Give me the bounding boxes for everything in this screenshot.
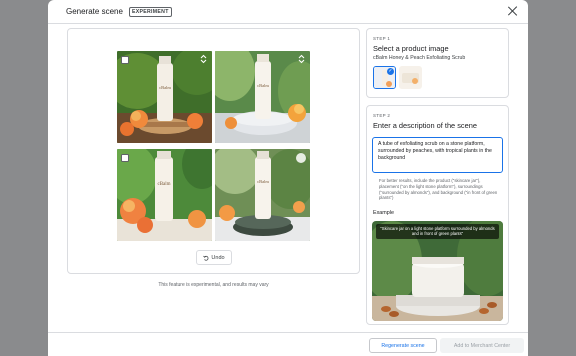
svg-text:cBalm: cBalm [257, 179, 269, 184]
step1-title: Select a product image [373, 44, 449, 53]
dialog-header: Generate scene EXPERIMENT [48, 0, 528, 24]
step2-label: STEP 2 [373, 113, 391, 118]
experiment-badge: EXPERIMENT [128, 6, 172, 17]
svg-text:cBalm: cBalm [257, 83, 269, 88]
step2-title: Enter a description of the scene [373, 121, 477, 130]
example-label: Example [373, 210, 394, 216]
scene-preview-panel: cBalm cBalm cBalm cBalm Undo [67, 28, 360, 274]
svg-text:cBalm: cBalm [159, 85, 171, 90]
step2-card: STEP 2 Enter a description of the scene … [366, 105, 509, 325]
regenerate-scene-button[interactable]: Regenerate scene [369, 338, 437, 353]
more-icon[interactable] [297, 54, 306, 64]
product-image-thumb[interactable] [399, 66, 422, 89]
generate-scene-dialog: Generate scene EXPERIMENT cBalm cBalm cB… [48, 0, 528, 356]
more-icon[interactable] [199, 54, 208, 64]
add-to-merchant-center-button[interactable]: Add to Merchant Center [440, 338, 524, 353]
tile-checkbox[interactable] [121, 154, 129, 162]
step1-card: STEP 1 Select a product image cBalm Hone… [366, 28, 509, 98]
description-helper-text: For better results, include the product … [379, 178, 498, 201]
undo-label: Undo [211, 254, 225, 261]
experimental-note: This feature is experimental, and result… [158, 282, 269, 288]
product-image-thumb-selected[interactable]: ✓ [373, 66, 396, 89]
check-icon: ✓ [387, 68, 394, 75]
product-name: cBalm Honey & Peach Exfoliating Scrub [373, 55, 466, 61]
example-image: "Skincare jar on a light stone platform … [372, 221, 503, 321]
generated-scene-tile[interactable]: cBalm [215, 149, 310, 241]
tile-checkbox[interactable] [121, 56, 129, 64]
step1-label: STEP 1 [373, 36, 391, 41]
dialog-title: Generate scene [66, 7, 123, 16]
example-caption: "Skincare jar on a light stone platform … [376, 224, 499, 239]
dialog-footer: Regenerate scene Add to Merchant Center [48, 332, 528, 356]
undo-icon [203, 255, 209, 261]
close-icon[interactable] [508, 6, 518, 16]
generated-scene-tile[interactable]: cBalm [215, 51, 310, 143]
more-icon[interactable] [296, 153, 306, 163]
scene-description-input[interactable]: A tube of exfoliating scrub on a stone p… [372, 137, 503, 173]
generated-scene-tile[interactable]: cBalm [117, 149, 212, 241]
svg-text:cBalm: cBalm [157, 182, 170, 187]
undo-button[interactable]: Undo [196, 250, 232, 265]
generated-scene-tile[interactable]: cBalm [117, 51, 212, 143]
